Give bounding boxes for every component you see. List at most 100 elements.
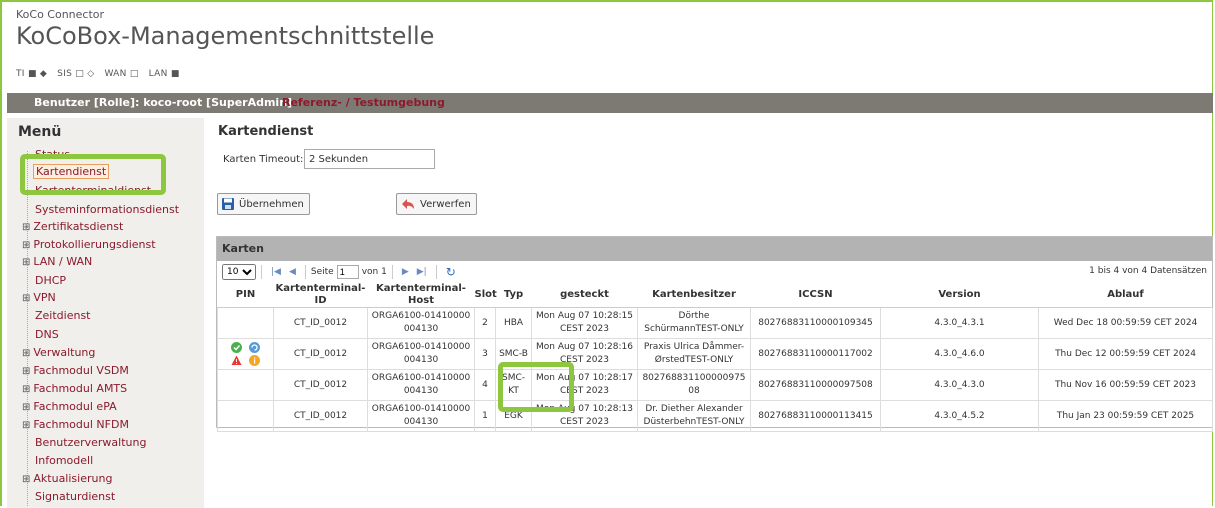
- pager-separator: [261, 265, 262, 279]
- sidebar-item-signaturdienst[interactable]: Signaturdienst: [35, 490, 115, 503]
- sidebar-item-fachmodul-nfdm[interactable]: Fachmodul NFDM: [22, 418, 129, 431]
- status-lan: LAN ■: [148, 69, 180, 79]
- app-title: KoCoBox-Managementschnittstelle: [16, 22, 435, 50]
- sidebar-item-vpn[interactable]: VPN: [22, 291, 55, 304]
- grid-pager: 10 |◀ ◀ Seite von 1 ▶ ▶| ↻ 1 bis 4 von 4…: [217, 261, 1212, 283]
- sidebar-item-fachmodul-epa[interactable]: Fachmodul ePA: [22, 400, 116, 413]
- refresh-icon[interactable]: ↻: [446, 265, 456, 279]
- col-header-version[interactable]: Version: [880, 283, 1039, 308]
- cell-terminal-id: CT_ID_0012: [273, 400, 368, 432]
- col-header-inserted[interactable]: gesteckt: [531, 283, 638, 308]
- cell-owner: Dörthe SchürmannTEST-ONLY: [637, 307, 751, 339]
- check-icon[interactable]: [230, 342, 242, 353]
- user-role-label: Benutzer [Rolle]: koco-root [SuperAdmin]: [34, 96, 293, 109]
- table-row[interactable]: CT_ID_0012 ORGA6100-01410000004130 3 SMC…: [217, 338, 1213, 370]
- discard-button-label: Verwerfen: [420, 198, 471, 210]
- grid-title: Karten: [217, 237, 1212, 261]
- pager-separator: [391, 265, 393, 279]
- col-header-pin[interactable]: PIN: [217, 283, 274, 308]
- timeout-input[interactable]: [304, 149, 435, 169]
- sidebar-item-aktualisierung[interactable]: Aktualisierung: [22, 472, 112, 485]
- highlight-smc-kt: [498, 362, 574, 412]
- table-header-row: PIN Kartenterminal-ID Kartenterminal-Hos…: [217, 283, 1213, 308]
- sidebar-item-benutzerverwaltung[interactable]: Benutzerverwaltung: [35, 436, 146, 449]
- sidebar-item-zertifikatsdienst[interactable]: Zertifikatsdienst: [22, 220, 123, 233]
- pager-separator: [304, 265, 306, 279]
- sidebar-item-lan-wan[interactable]: LAN / WAN: [22, 255, 92, 268]
- last-page-icon[interactable]: ▶|: [417, 267, 427, 277]
- app-subtitle: KoCo Connector: [16, 8, 105, 21]
- table-row[interactable]: CT_ID_0012 ORGA6100-01410000004130 4 SMC…: [217, 369, 1213, 401]
- col-header-terminal-host[interactable]: Kartenterminal-Host: [367, 283, 475, 308]
- cell-terminal-id: CT_ID_0012: [273, 369, 368, 401]
- warning-icon[interactable]: [231, 355, 242, 366]
- cell-version: 4.3.0_4.3.1: [880, 307, 1039, 339]
- table-row[interactable]: CT_ID_0012 ORGA6100-01410000004130 1 EGK…: [217, 400, 1213, 432]
- user-bar: Benutzer [Rolle]: koco-root [SuperAdmin]…: [7, 93, 1213, 113]
- next-page-icon[interactable]: ▶: [402, 267, 409, 277]
- col-header-expiry[interactable]: Ablauf: [1038, 283, 1213, 308]
- status-wan: WAN □: [104, 69, 139, 79]
- col-header-iccsn[interactable]: ICCSN: [750, 283, 881, 308]
- cell-version: 4.3.0_4.5.2: [880, 400, 1039, 432]
- table-row[interactable]: CT_ID_0012 ORGA6100-01410000004130 2 HBA…: [217, 307, 1213, 339]
- cell-terminal-host: ORGA6100-01410000004130: [367, 400, 475, 432]
- cell-inserted: Mon Aug 07 10:28:15 CEST 2023: [531, 307, 638, 339]
- refresh-small-icon[interactable]: [248, 342, 260, 353]
- status-sis: SIS □ ◇: [57, 69, 95, 79]
- sidebar-item-infomodell[interactable]: Infomodell: [35, 454, 93, 467]
- discard-button[interactable]: Verwerfen: [396, 193, 477, 215]
- sidebar-item-fachmodul-vsdm[interactable]: Fachmodul VSDM: [22, 364, 129, 377]
- page-number-input[interactable]: [336, 265, 359, 279]
- col-header-type[interactable]: Typ: [495, 283, 532, 308]
- status-indicators: TI ■ ◆ SIS □ ◇ WAN □ LAN ■: [16, 69, 180, 79]
- first-page-icon[interactable]: |◀: [271, 267, 281, 277]
- col-header-slot[interactable]: Slot: [474, 283, 497, 308]
- menu-title: Menü: [18, 124, 62, 140]
- page-title: Kartendienst: [218, 124, 314, 139]
- page-label: Seite: [310, 267, 334, 277]
- status-ti: TI ■ ◆: [16, 69, 48, 79]
- sidebar-item-verwaltung[interactable]: Verwaltung: [22, 346, 95, 359]
- cell-expiry: Wed Dec 18 00:59:59 CET 2024: [1038, 307, 1213, 339]
- sidebar-item-fachmodul-amts[interactable]: Fachmodul AMTS: [22, 382, 127, 395]
- cell-owner: Dr. Diether Alexander DüsterbehnTEST-ONL…: [637, 400, 751, 432]
- record-info: 1 bis 4 von 4 Datensätzen: [1089, 266, 1207, 276]
- cell-version: 4.3.0_4.6.0: [880, 338, 1039, 370]
- cell-iccsn: 80276883110000097508: [750, 369, 881, 401]
- cards-grid: Karten 10 |◀ ◀ Seite von 1 ▶ ▶| ↻ 1 bis …: [216, 236, 1213, 432]
- cell-slot: 3: [474, 338, 496, 370]
- apply-button-label: Übernehmen: [239, 198, 304, 210]
- cell-owner: Praxis Ulrica Dåmmer-ØrstedTEST-ONLY: [637, 338, 751, 370]
- page-size-select[interactable]: 10: [222, 264, 256, 280]
- cell-pin: [217, 369, 274, 401]
- cell-expiry: Thu Nov 16 00:59:59 CET 2023: [1038, 369, 1213, 401]
- prev-page-icon[interactable]: ◀: [289, 267, 296, 277]
- cell-slot: 2: [474, 307, 496, 339]
- cell-expiry: Thu Dec 12 00:59:59 CET 2024: [1038, 338, 1213, 370]
- environment-label: Referenz- / Testumgebung: [282, 96, 445, 109]
- apply-button[interactable]: Übernehmen: [217, 193, 310, 215]
- timeout-label: Karten Timeout:: [223, 154, 304, 165]
- sidebar-item-zeitdienst[interactable]: Zeitdienst: [35, 309, 91, 322]
- menu-tree-line: [27, 151, 29, 506]
- sidebar-item-dhcp[interactable]: DHCP: [35, 274, 66, 287]
- cell-version: 4.3.0_4.3.0: [880, 369, 1039, 401]
- cell-pin: [217, 307, 274, 339]
- col-header-owner[interactable]: Kartenbesitzer: [637, 283, 751, 308]
- cell-terminal-host: ORGA6100-01410000004130: [367, 369, 475, 401]
- cell-owner: 80276883110000097508: [637, 369, 751, 401]
- info-icon[interactable]: [248, 355, 260, 366]
- cell-terminal-id: CT_ID_0012: [273, 307, 368, 339]
- sidebar-item-protokollierungsdienst[interactable]: Protokollierungsdienst: [22, 238, 155, 251]
- save-icon: [222, 198, 234, 210]
- sidebar-item-systeminformationsdienst[interactable]: Systeminformationsdienst: [35, 203, 179, 216]
- cell-type: HBA: [495, 307, 532, 339]
- cell-terminal-host: ORGA6100-01410000004130: [367, 307, 475, 339]
- sidebar-item-dns[interactable]: DNS: [35, 328, 59, 341]
- cell-iccsn: 80276883110000117002: [750, 338, 881, 370]
- cell-iccsn: 80276883110000109345: [750, 307, 881, 339]
- cell-iccsn: 80276883110000113415: [750, 400, 881, 432]
- cell-slot: 4: [474, 369, 496, 401]
- col-header-terminal-id[interactable]: Kartenterminal-ID: [273, 283, 368, 308]
